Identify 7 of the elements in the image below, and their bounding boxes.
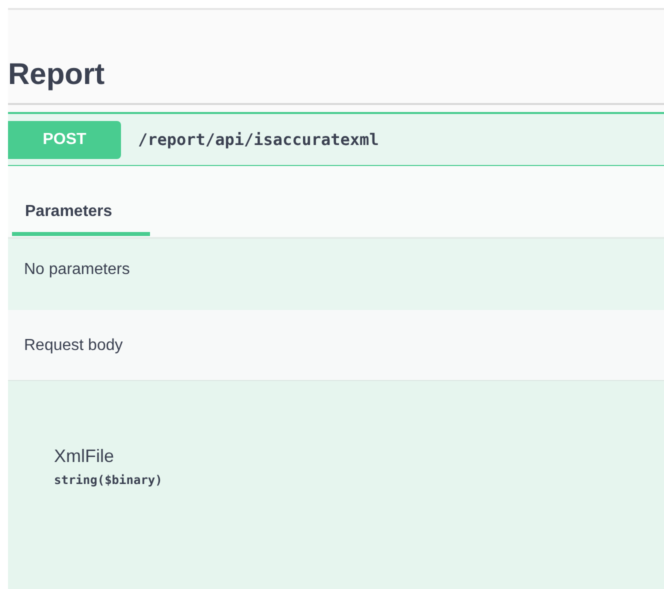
endpoint-path: /report/api/isaccuratexml [138, 130, 379, 149]
field-name: XmlFile [54, 446, 114, 467]
section-title: Report [8, 58, 105, 92]
request-body-label: Request body [24, 337, 123, 354]
field-type: string($binary) [54, 473, 162, 487]
parameters-message: No parameters [24, 261, 130, 278]
method-badge: POST [8, 120, 121, 158]
